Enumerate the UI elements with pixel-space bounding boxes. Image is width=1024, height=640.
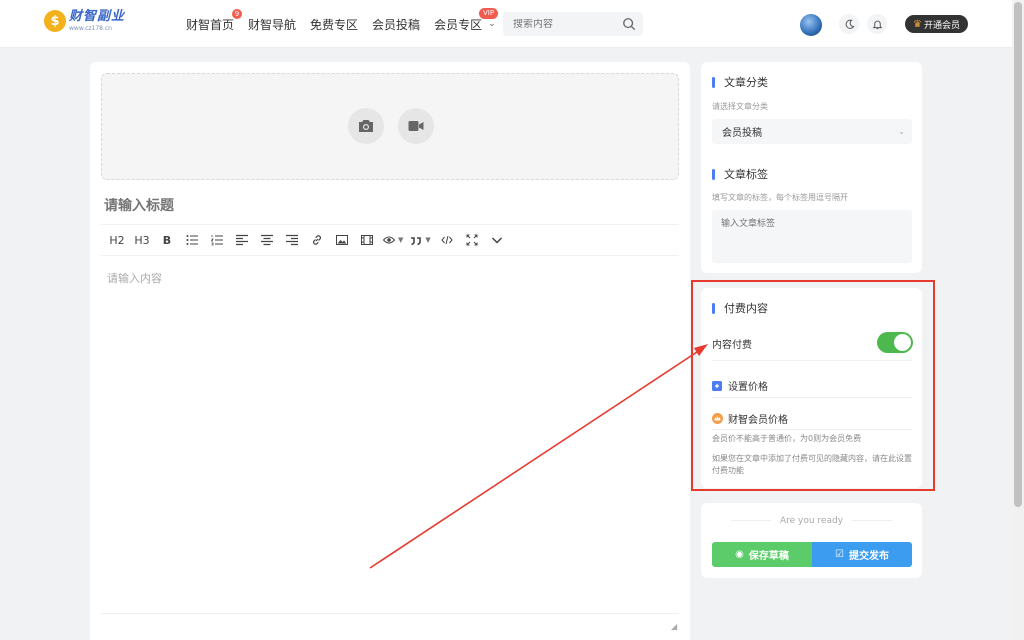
nav-item-vip-zone[interactable]: 会员专区 VIP	[434, 7, 499, 33]
search-input[interactable]	[513, 18, 623, 30]
category-tags-card: 文章分类 请选择文章分类 会员投稿 ⌄ 文章标签 填写文章的标签，每个标签用逗号…	[701, 62, 922, 273]
upload-image-button[interactable]	[348, 108, 384, 144]
tags-input[interactable]	[712, 210, 912, 263]
nav-item-free[interactable]: 免费专区	[310, 16, 358, 33]
link-icon	[313, 235, 321, 245]
crown-icon: ♛	[913, 18, 922, 30]
hidden-content-dropdown[interactable]: ▼	[383, 230, 403, 250]
code-button[interactable]	[438, 230, 456, 250]
search-box	[503, 12, 643, 36]
open-vip-button[interactable]: ♛ 开通会员	[905, 15, 968, 33]
submit-publish-button[interactable]: ☑ 提交发布	[812, 542, 912, 567]
chevron-down-icon	[491, 237, 502, 244]
quote-dropdown[interactable]: ▼	[410, 230, 431, 250]
logo-name: 财智副业	[69, 9, 126, 24]
category-hint: 请选择文章分类	[712, 102, 768, 111]
camera-icon	[359, 120, 373, 132]
bold-button[interactable]: B	[158, 230, 176, 250]
edit-check-icon: ☑	[835, 549, 844, 560]
nav-item-navigation[interactable]: 财智导航	[248, 16, 296, 33]
main-nav: 财智首页 9 财智导航 免费专区 会员投稿 会员专区 VIP ⌄	[186, 0, 516, 48]
align-left-button[interactable]	[233, 230, 251, 250]
resize-handle-icon[interactable]: ◢	[671, 622, 677, 631]
notification-badge: 9	[232, 8, 243, 19]
tags-hint: 填写文章的标签，每个标签用逗号隔开	[712, 193, 848, 202]
save-draft-button[interactable]: ◉ 保存草稿	[712, 542, 812, 567]
video-camera-icon	[408, 121, 424, 131]
align-left-icon	[236, 234, 248, 246]
eye-icon	[383, 236, 395, 244]
ready-text: Are you ready	[779, 516, 844, 526]
film-icon	[361, 235, 373, 245]
theme-toggle-button[interactable]	[839, 14, 859, 34]
notifications-button[interactable]	[867, 14, 887, 34]
caret-down-icon: ▼	[425, 236, 431, 244]
media-upload-area[interactable]	[101, 73, 679, 180]
editor-toolbar: H2 H3 B ▼ ▼	[101, 224, 679, 256]
category-section-title: 文章分类	[712, 74, 768, 90]
save-circle-icon: ◉	[735, 549, 744, 560]
top-header: $ 财智副业 www.cz178.cn 财智首页 9 财智导航 免费专区 会员投…	[0, 0, 1012, 48]
nav-item-submit[interactable]: 会员投稿	[372, 16, 420, 33]
toggle-knob	[894, 334, 911, 351]
paid-content-card: 付费内容 内容付费 设置价格 财智会员价格 会员价不能高于普通价，为0则为会员免…	[701, 288, 922, 488]
search-icon[interactable]	[622, 17, 636, 31]
paid-toggle-label: 内容付费	[712, 340, 752, 351]
publish-actions-card: Are you ready ◉ 保存草稿 ☑ 提交发布	[701, 503, 922, 578]
moon-icon	[845, 19, 855, 29]
price-tag-icon	[712, 380, 722, 391]
insert-video-button[interactable]	[358, 230, 376, 250]
image-icon	[336, 235, 348, 245]
set-price-row[interactable]: 设置价格	[712, 378, 768, 393]
category-select[interactable]: 会员投稿 ⌄	[712, 119, 912, 144]
logo-url: www.cz178.cn	[69, 25, 112, 32]
vip-badge: VIP	[479, 7, 499, 19]
insert-image-button[interactable]	[333, 230, 351, 250]
site-logo[interactable]: $ 财智副业 www.cz178.cn	[44, 10, 125, 32]
ordered-list-icon	[211, 235, 223, 246]
code-icon	[441, 235, 453, 245]
chevron-down-icon[interactable]: ⌄	[488, 19, 496, 29]
post-content-editor[interactable]: 请输入内容	[107, 270, 162, 286]
nav-item-home[interactable]: 财智首页 9	[186, 8, 243, 33]
fullscreen-button[interactable]	[463, 230, 481, 250]
member-price-row[interactable]: 财智会员价格	[712, 411, 788, 426]
fullscreen-icon	[466, 234, 478, 246]
chevron-down-icon: ⌄	[898, 127, 905, 136]
heading2-button[interactable]: H2	[108, 230, 126, 250]
align-right-button[interactable]	[283, 230, 301, 250]
bell-icon	[872, 20, 882, 29]
ordered-list-button[interactable]	[208, 230, 226, 250]
align-center-icon	[261, 234, 273, 246]
post-editor: H2 H3 B ▼ ▼	[90, 62, 690, 640]
insert-link-button[interactable]	[308, 230, 326, 250]
bullet-list-button[interactable]	[183, 230, 201, 250]
paid-section-title: 付费内容	[712, 300, 768, 316]
bullet-list-icon	[186, 235, 198, 245]
member-crown-icon	[712, 413, 723, 424]
align-right-icon	[286, 234, 298, 246]
logo-coin-icon: $	[44, 10, 66, 32]
upload-video-button[interactable]	[398, 108, 434, 144]
tags-section-title: 文章标签	[712, 166, 768, 182]
scrollbar-thumb[interactable]	[1014, 2, 1022, 507]
post-title-input[interactable]	[104, 198, 674, 214]
heading3-button[interactable]: H3	[133, 230, 151, 250]
align-center-button[interactable]	[258, 230, 276, 250]
caret-down-icon: ▼	[398, 236, 404, 244]
page-scrollbar[interactable]	[1012, 0, 1024, 640]
more-tools-button[interactable]	[488, 230, 506, 250]
editor-divider	[101, 613, 679, 614]
paid-content-toggle[interactable]	[877, 332, 913, 353]
avatar[interactable]	[800, 14, 822, 36]
quote-icon	[411, 237, 422, 246]
paid-content-note: 如果您在文章中添加了付费可见的隐藏内容，请在此设置付费功能	[712, 454, 912, 475]
member-price-note: 会员价不能高于普通价，为0则为会员免费	[712, 434, 862, 443]
